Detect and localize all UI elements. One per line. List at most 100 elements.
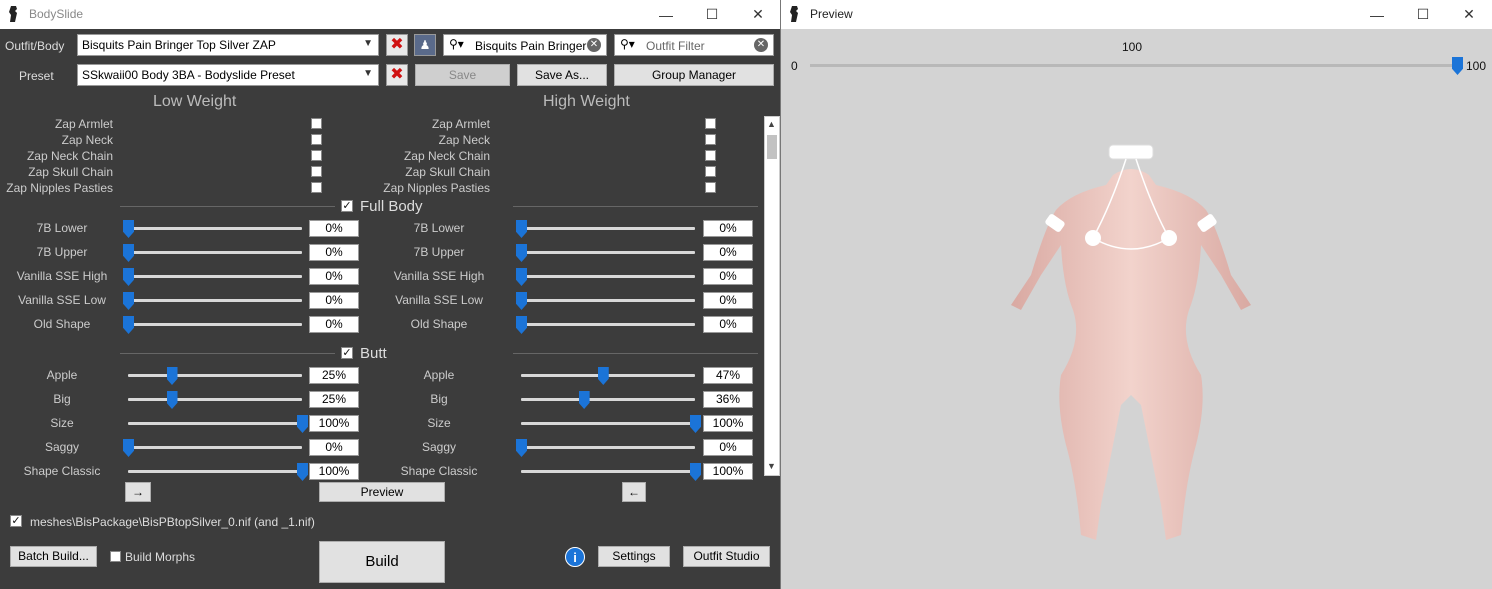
- slider-thumb-high[interactable]: [516, 439, 527, 457]
- zap-checkbox-low[interactable]: [311, 118, 322, 129]
- slider-thumb-low[interactable]: [123, 316, 134, 334]
- minimize-button[interactable]: —: [643, 0, 689, 29]
- slider-thumb-high[interactable]: [516, 316, 527, 334]
- close-button[interactable]: ✕: [1446, 0, 1492, 29]
- preview-button[interactable]: Preview: [319, 482, 445, 502]
- slider-track-high[interactable]: [521, 275, 695, 278]
- maximize-button[interactable]: ☐: [689, 0, 735, 29]
- slider-scrollbar[interactable]: ▲ ▼: [764, 116, 780, 476]
- slider-thumb-low[interactable]: [297, 463, 308, 481]
- slider-value-low[interactable]: 0%: [309, 439, 359, 456]
- slider-track-low[interactable]: [128, 299, 302, 302]
- build-button[interactable]: Build: [319, 541, 445, 583]
- outfit-studio-icon-button[interactable]: ♟: [414, 34, 436, 56]
- slider-thumb-low[interactable]: [166, 367, 178, 385]
- preset-select[interactable]: SSkwaii00 Body 3BA - Bodyslide Preset ▼: [77, 64, 379, 86]
- save-as-button[interactable]: Save As...: [517, 64, 607, 86]
- close-button[interactable]: ✕: [735, 0, 781, 29]
- slider-value-high[interactable]: 0%: [703, 292, 753, 309]
- slider-track-high[interactable]: [521, 422, 695, 425]
- slider-track-low[interactable]: [128, 398, 302, 401]
- slider-thumb-high[interactable]: [516, 244, 527, 262]
- slider-thumb-low[interactable]: [123, 220, 134, 238]
- slider-track-low[interactable]: [128, 422, 302, 425]
- zap-checkbox-high[interactable]: [705, 166, 716, 177]
- slider-thumb-high[interactable]: [516, 292, 527, 310]
- zap-checkbox-high[interactable]: [705, 134, 716, 145]
- clear-search-icon[interactable]: ✕: [587, 38, 601, 52]
- slider-thumb-low[interactable]: [297, 415, 308, 433]
- scroll-up-icon[interactable]: ▲: [767, 119, 776, 129]
- copy-to-high-button[interactable]: →: [125, 482, 151, 502]
- slider-track-high[interactable]: [521, 227, 695, 230]
- slider-thumb-high[interactable]: [690, 463, 701, 481]
- scrollbar-thumb[interactable]: [767, 135, 777, 159]
- scroll-down-icon[interactable]: ▼: [767, 461, 776, 471]
- slider-track-high[interactable]: [521, 251, 695, 254]
- slider-track-low[interactable]: [128, 251, 302, 254]
- batch-build-button[interactable]: Batch Build...: [10, 546, 97, 567]
- slider-track-low[interactable]: [128, 446, 302, 449]
- slider-track-high[interactable]: [521, 470, 695, 473]
- section-toggle-checkbox[interactable]: ✓: [341, 347, 353, 359]
- slider-value-low[interactable]: 100%: [309, 463, 359, 480]
- delete-outfit-button[interactable]: ✖: [386, 34, 408, 56]
- delete-preset-button[interactable]: ✖: [386, 64, 408, 86]
- slider-value-high[interactable]: 0%: [703, 244, 753, 261]
- slider-thumb-high[interactable]: [578, 391, 590, 409]
- slider-track-high[interactable]: [521, 323, 695, 326]
- slider-thumb-low[interactable]: [123, 244, 134, 262]
- copy-to-low-button[interactable]: ←: [622, 482, 646, 502]
- slider-value-high[interactable]: 100%: [703, 415, 753, 432]
- slider-thumb-high[interactable]: [516, 268, 527, 286]
- slider-track-low[interactable]: [128, 323, 302, 326]
- slider-track-low[interactable]: [128, 374, 302, 377]
- zap-checkbox-low[interactable]: [311, 182, 322, 193]
- slider-value-low[interactable]: 0%: [309, 220, 359, 237]
- slider-value-low[interactable]: 100%: [309, 415, 359, 432]
- minimize-button[interactable]: —: [1354, 0, 1400, 29]
- slider-thumb-low[interactable]: [166, 391, 178, 409]
- outfit-search-box[interactable]: ⚲▾ Bisquits Pain Bringer ✕: [443, 34, 607, 56]
- slider-value-high[interactable]: 100%: [703, 463, 753, 480]
- output-path-checkbox[interactable]: ✓: [10, 515, 22, 527]
- slider-value-low[interactable]: 0%: [309, 316, 359, 333]
- save-preset-button[interactable]: Save: [415, 64, 510, 86]
- slider-thumb-low[interactable]: [123, 292, 134, 310]
- slider-value-low[interactable]: 0%: [309, 244, 359, 261]
- slider-track-low[interactable]: [128, 470, 302, 473]
- slider-value-low[interactable]: 0%: [309, 292, 359, 309]
- zap-checkbox-low[interactable]: [311, 150, 322, 161]
- outfit-studio-button[interactable]: Outfit Studio: [683, 546, 770, 567]
- slider-value-high[interactable]: 36%: [703, 391, 753, 408]
- zap-checkbox-high[interactable]: [705, 182, 716, 193]
- outfit-filter-box[interactable]: ⚲▾ Outfit Filter ✕: [614, 34, 774, 56]
- zap-checkbox-high[interactable]: [705, 118, 716, 129]
- slider-value-high[interactable]: 0%: [703, 268, 753, 285]
- slider-thumb-high[interactable]: [516, 220, 527, 238]
- slider-value-low[interactable]: 0%: [309, 268, 359, 285]
- zap-checkbox-low[interactable]: [311, 166, 322, 177]
- slider-track-high[interactable]: [521, 398, 695, 401]
- body-model-render[interactable]: [1001, 135, 1261, 555]
- outfit-select[interactable]: Bisquits Pain Bringer Top Silver ZAP ▼: [77, 34, 379, 56]
- slider-track-low[interactable]: [128, 227, 302, 230]
- slider-value-high[interactable]: 0%: [703, 316, 753, 333]
- clear-filter-icon[interactable]: ✕: [754, 38, 768, 52]
- maximize-button[interactable]: ☐: [1400, 0, 1446, 29]
- slider-value-low[interactable]: 25%: [309, 367, 359, 384]
- slider-thumb-high[interactable]: [597, 367, 609, 385]
- settings-button[interactable]: Settings: [598, 546, 670, 567]
- slider-thumb-low[interactable]: [123, 439, 134, 457]
- weight-slider-thumb[interactable]: [1452, 57, 1463, 75]
- slider-track-high[interactable]: [521, 299, 695, 302]
- slider-thumb-low[interactable]: [123, 268, 134, 286]
- slider-thumb-high[interactable]: [690, 415, 701, 433]
- build-morphs-checkbox[interactable]: [110, 551, 121, 562]
- zap-checkbox-high[interactable]: [705, 150, 716, 161]
- group-manager-button[interactable]: Group Manager: [614, 64, 774, 86]
- info-icon[interactable]: i: [565, 547, 585, 567]
- slider-value-low[interactable]: 25%: [309, 391, 359, 408]
- slider-value-high[interactable]: 0%: [703, 220, 753, 237]
- section-toggle-checkbox[interactable]: ✓: [341, 200, 353, 212]
